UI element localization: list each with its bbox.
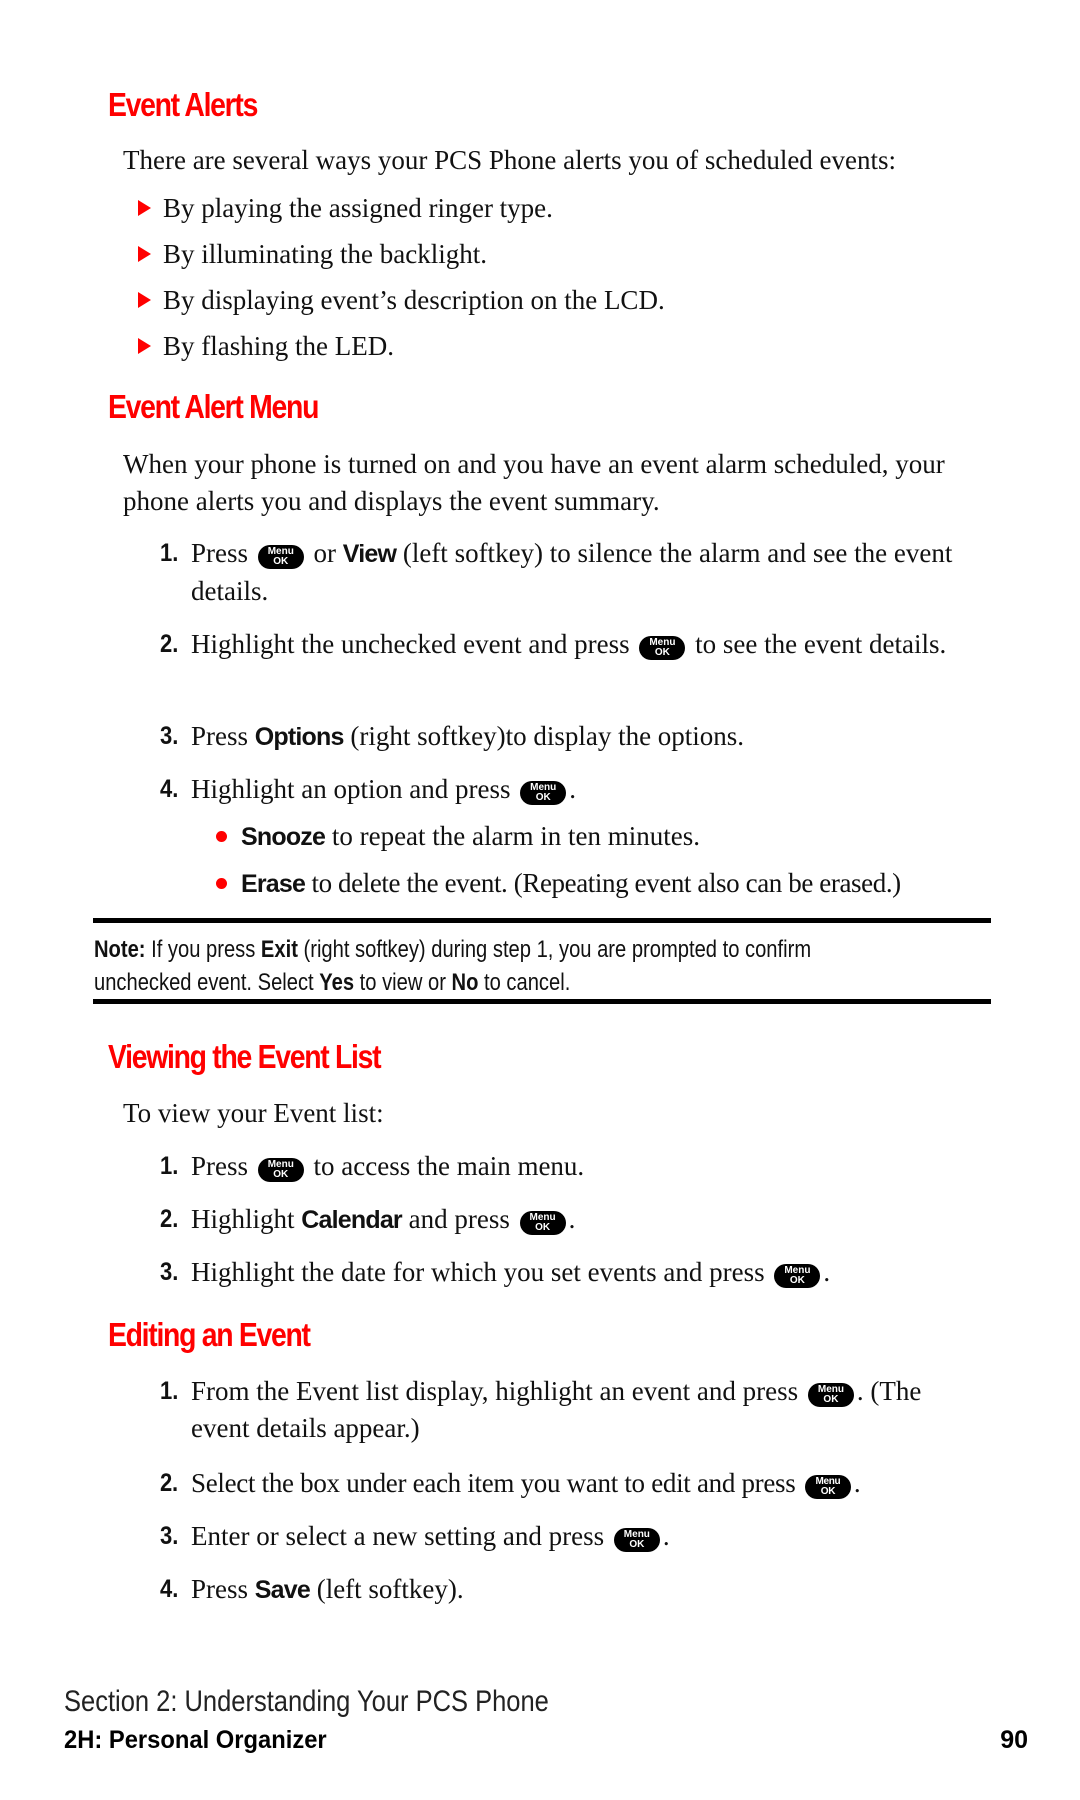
step-item: 3. Highlight the date for which you set … — [160, 1257, 831, 1288]
divider — [93, 999, 991, 1004]
footer-section-title: Section 2: Understanding Your PCS Phone — [64, 1685, 549, 1718]
dot-bullet-icon — [216, 831, 227, 842]
step-item: 1. From the Event list display, highligh… — [160, 1376, 922, 1443]
dot-bullet-icon — [216, 878, 227, 889]
note-box: Note: If you press Exit (right softkey) … — [94, 936, 812, 996]
list-item: By illuminating the backlight. — [138, 236, 487, 273]
viewing-intro: To view your Event list: — [123, 1098, 384, 1128]
triangle-bullet-icon — [138, 200, 151, 216]
option-item: Erase to delete the event. (Repeating ev… — [216, 865, 901, 903]
divider — [93, 918, 991, 923]
menu-ok-key-icon: Menu OK — [804, 1475, 851, 1499]
triangle-bullet-icon — [138, 246, 151, 262]
heading-viewing-event-list: Viewing the Event List — [108, 1038, 382, 1075]
list-item: By playing the assigned ringer type. — [138, 190, 553, 227]
menu-ok-key-icon: Menu OK — [774, 1264, 821, 1288]
step-item: 2. Highlight the unchecked event and pre… — [160, 629, 947, 660]
event-alerts-intro: There are several ways your PCS Phone al… — [123, 145, 897, 175]
step-item: 2. Highlight Calendar and press Menu OK. — [160, 1204, 576, 1235]
menu-ok-key-icon: Menu OK — [257, 1158, 304, 1182]
heading-event-alert-menu: Event Alert Menu — [108, 388, 319, 425]
menu-ok-key-icon: Menu OK — [613, 1528, 660, 1552]
step-item: 4. Highlight an option and press Menu OK. — [160, 774, 576, 805]
page-number: 90 — [1000, 1726, 1028, 1754]
step-item: 1. Press Menu OK to access the main menu. — [160, 1151, 585, 1182]
step-item: 3. Press Options (right softkey)to displ… — [160, 721, 745, 751]
heading-editing-event: Editing an Event — [108, 1316, 311, 1353]
step-item: 3. Enter or select a new setting and pre… — [160, 1521, 670, 1552]
menu-ok-key-icon: Menu OK — [639, 636, 686, 660]
footer-chapter-title: 2H: Personal Organizer — [64, 1726, 327, 1754]
list-item: By displaying event’s description on the… — [138, 282, 665, 319]
menu-ok-key-icon: Menu OK — [807, 1383, 854, 1407]
step-item: 1. Press Menu OK or View (left softkey) t… — [160, 538, 953, 606]
menu-ok-key-icon: Menu OK — [257, 545, 304, 569]
menu-ok-key-icon: Menu OK — [520, 781, 567, 805]
manual-page: Event Alerts There are several ways your… — [0, 0, 1080, 1800]
option-item: Snooze to repeat the alarm in ten minute… — [216, 818, 700, 856]
step-item: 2. Select the box under each item you wa… — [160, 1468, 861, 1499]
list-item: By flashing the LED. — [138, 328, 394, 365]
step-item: 4. Press Save (left softkey). — [160, 1574, 464, 1604]
heading-event-alerts: Event Alerts — [108, 86, 258, 123]
triangle-bullet-icon — [138, 338, 151, 354]
menu-ok-key-icon: Menu OK — [519, 1211, 566, 1235]
triangle-bullet-icon — [138, 292, 151, 308]
event-alert-menu-intro: When your phone is turned on and you hav… — [123, 449, 945, 516]
